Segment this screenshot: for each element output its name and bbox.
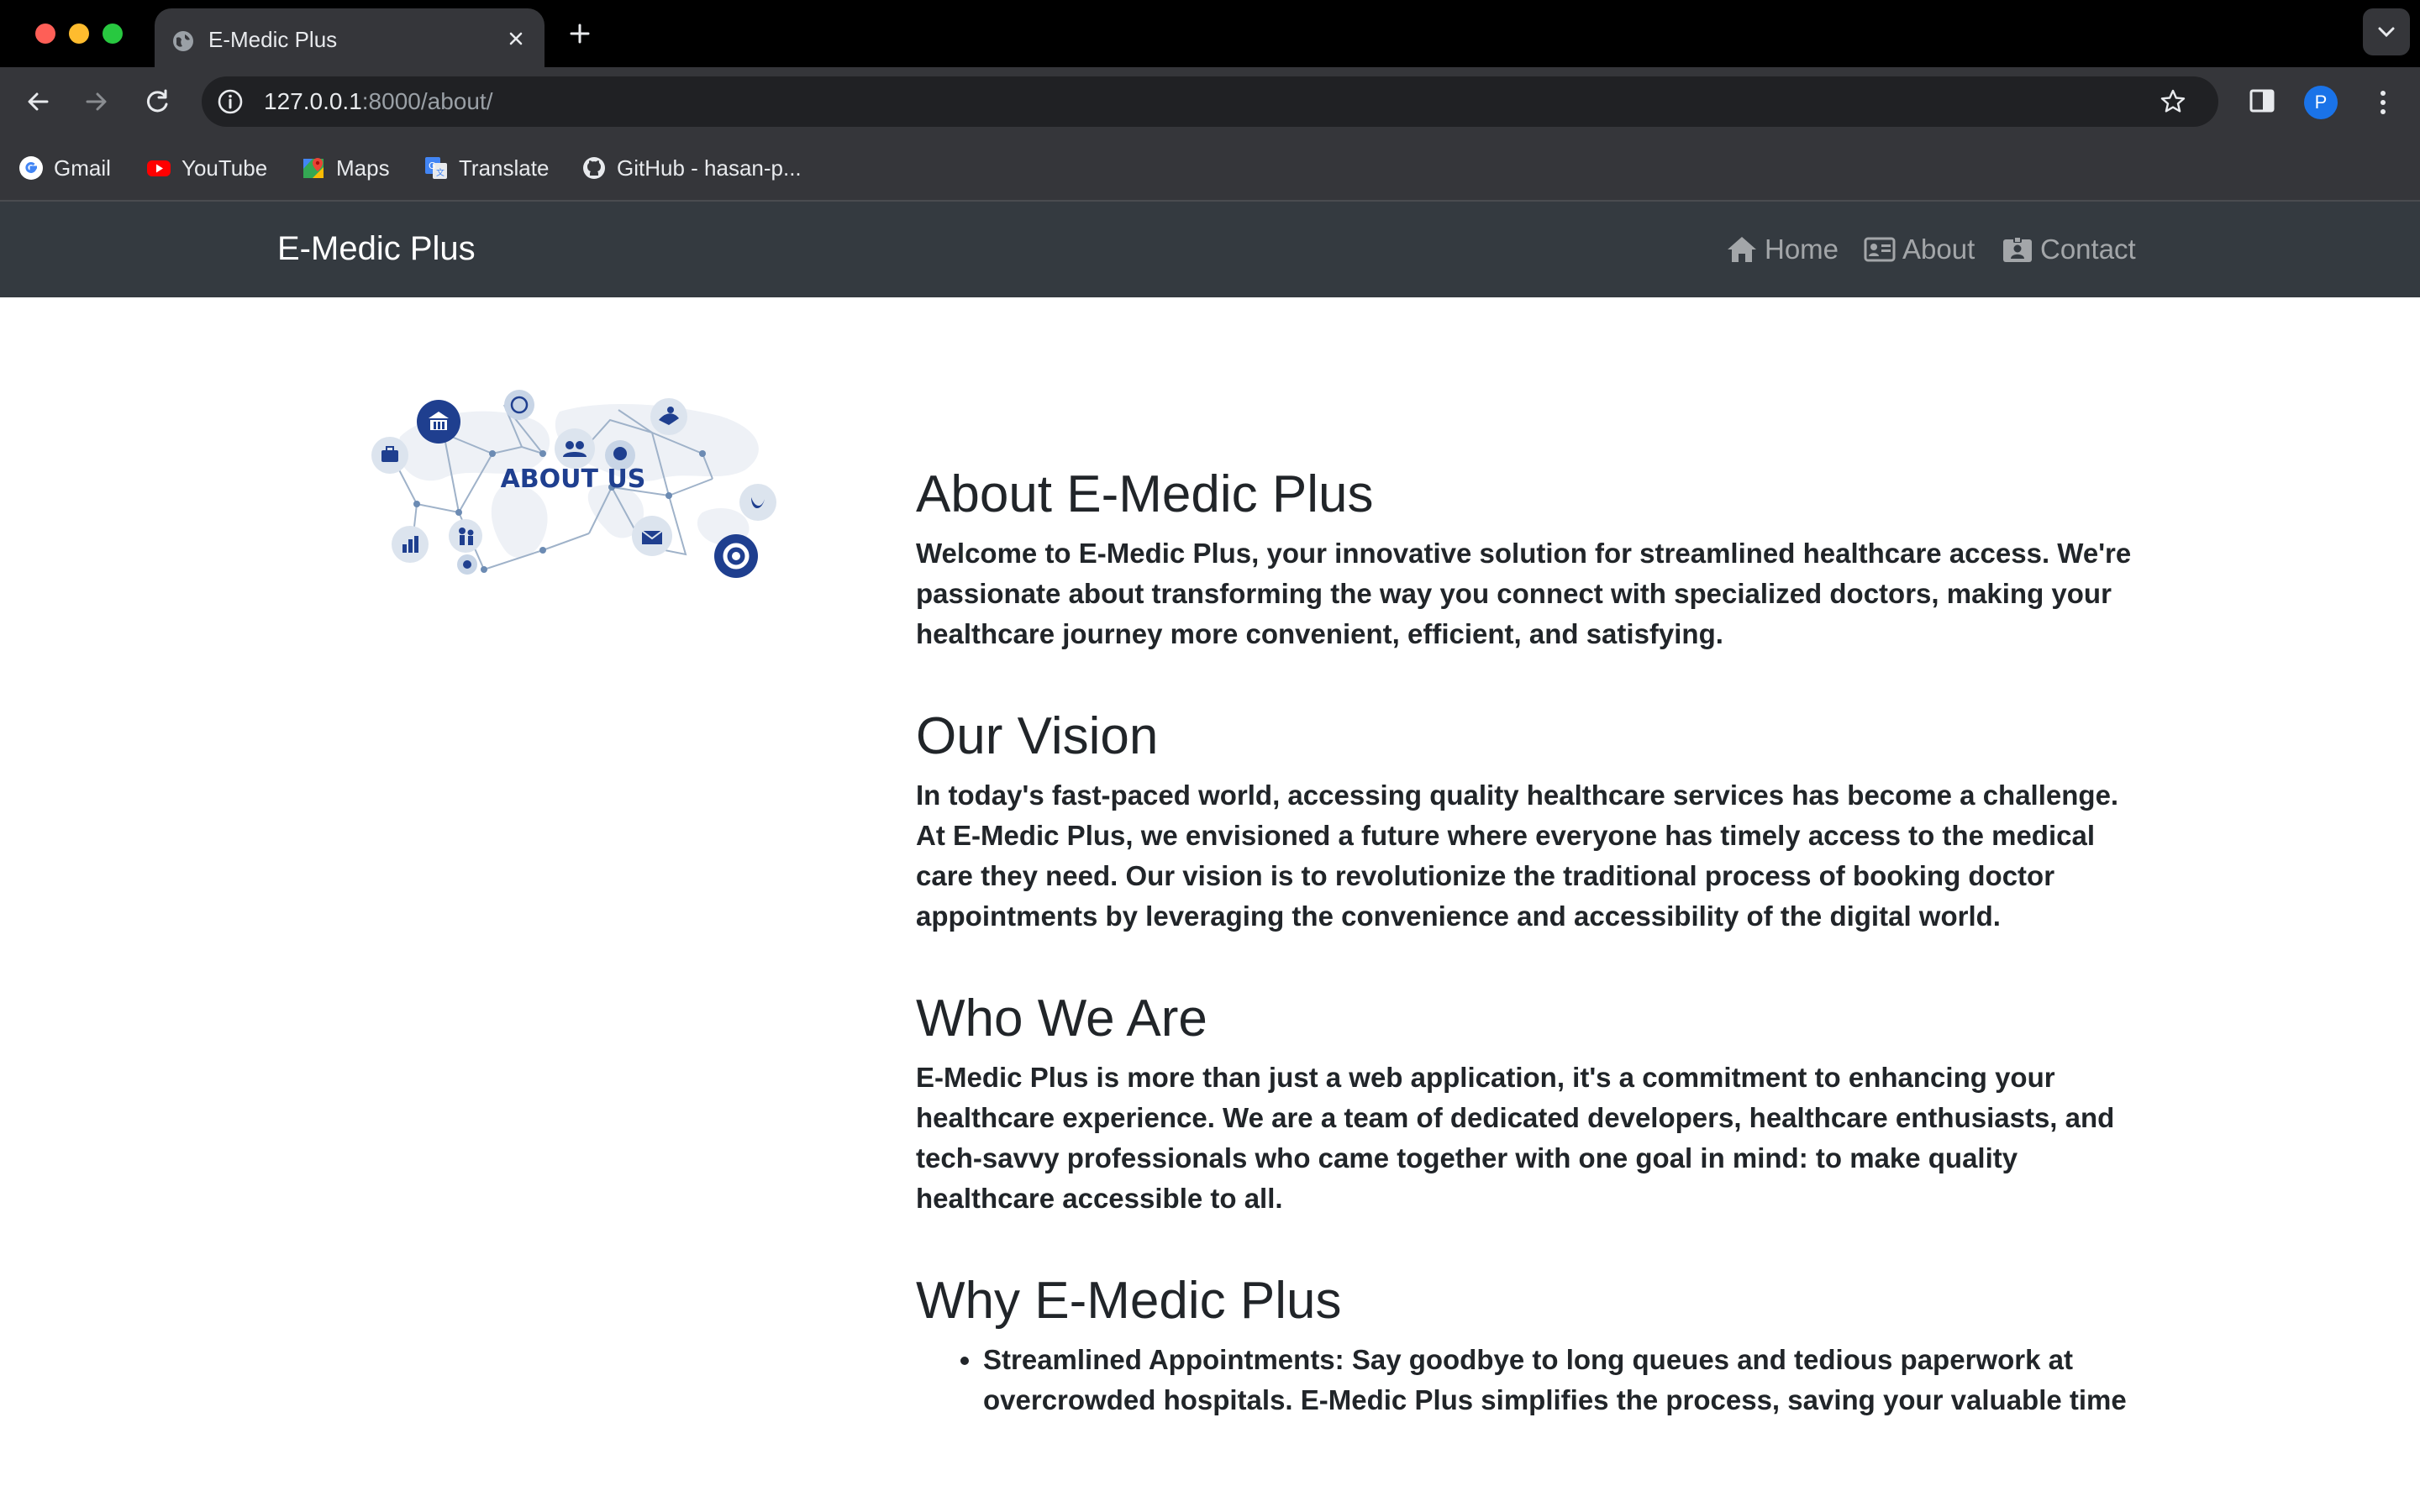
- bookmark-label: GitHub - hasan-p...: [617, 155, 802, 181]
- gmail-icon: [19, 156, 43, 180]
- profile-avatar[interactable]: P: [2304, 86, 2338, 119]
- svg-text:文: 文: [436, 167, 445, 178]
- section-body: E-Medic Plus is more than just a web app…: [916, 1062, 2115, 1214]
- about-us-label: ABOUT US: [501, 465, 646, 494]
- github-icon: [583, 157, 605, 179]
- site-info-icon[interactable]: [215, 87, 245, 117]
- maps-icon: [303, 158, 324, 178]
- list-item: Streamlined Appointments: Say goodbye to…: [983, 1340, 2151, 1420]
- minimize-window-button[interactable]: [69, 24, 89, 44]
- maximize-window-button[interactable]: [103, 24, 123, 44]
- browser-tab-active[interactable]: E-Medic Plus: [155, 8, 544, 67]
- more-menu-icon[interactable]: [2371, 86, 2395, 119]
- browser-tab-bar: E-Medic Plus: [0, 0, 2420, 67]
- nav-link-label: Contact: [2040, 234, 2136, 265]
- youtube-icon: [147, 160, 171, 176]
- section-why: Why E-Medic Plus Streamlined Appointment…: [916, 1264, 2151, 1420]
- benefit-title: Streamlined Appointments:: [983, 1344, 1344, 1375]
- nav-link-label: About: [1902, 234, 1975, 265]
- nav-link-about[interactable]: About: [1864, 234, 1975, 265]
- bookmarks-bar: Gmail YouTube Maps G 文 Translate GitHub …: [0, 136, 2420, 202]
- forward-arrow-icon[interactable]: [79, 84, 114, 119]
- site-navbar: E-Medic Plus Home About Contact: [0, 202, 2420, 297]
- tab-title: E-Medic Plus: [208, 27, 338, 52]
- close-window-button[interactable]: [35, 24, 55, 44]
- bookmark-maps[interactable]: Maps: [301, 153, 390, 183]
- svg-text:G: G: [429, 160, 436, 171]
- about-us-illustration: ABOUT US: [371, 390, 776, 578]
- section-heading: Who We Are: [916, 990, 1207, 1047]
- close-tab-icon[interactable]: [502, 25, 529, 52]
- bookmark-github[interactable]: GitHub - hasan-p...: [581, 153, 802, 183]
- about-content: About E-Medic Plus Welcome to E-Medic Pl…: [916, 458, 2151, 1420]
- new-tab-icon[interactable]: [565, 18, 595, 49]
- bookmark-youtube[interactable]: YouTube: [146, 153, 267, 183]
- brand-link[interactable]: E-Medic Plus: [277, 230, 476, 268]
- nav-link-contact[interactable]: Contact: [2002, 234, 2136, 265]
- benefit-list: Streamlined Appointments: Say goodbye to…: [983, 1340, 2151, 1420]
- contact-card-icon: [2003, 236, 2032, 262]
- nav-link-label: Home: [1765, 234, 1839, 265]
- back-arrow-icon[interactable]: [20, 84, 55, 119]
- section-who-we-are: Who We Are E-Medic Plus is more than jus…: [916, 982, 2151, 1219]
- section-heading: About E-Medic Plus: [916, 465, 1374, 523]
- section-heading: Why E-Medic Plus: [916, 1272, 1342, 1330]
- home-icon: [1728, 237, 1756, 262]
- id-card-icon: [1864, 237, 1896, 262]
- section-body: In today's fast-paced world, accessing q…: [916, 780, 2119, 932]
- nav-link-home[interactable]: Home: [1726, 234, 1839, 265]
- url-text: 127.0.0.1:8000/about/: [264, 88, 492, 115]
- browser-toolbar: 127.0.0.1:8000/about/ P: [0, 67, 2420, 136]
- bookmark-label: Translate: [459, 155, 550, 181]
- side-panel-icon[interactable]: [2245, 84, 2279, 118]
- section-vision: Our Vision In today's fast-paced world, …: [916, 700, 2151, 937]
- bookmark-label: Gmail: [54, 155, 111, 181]
- address-bar[interactable]: 127.0.0.1:8000/about/: [202, 76, 2218, 127]
- url-host: 127.0.0.1: [264, 88, 362, 114]
- url-path: :8000/about/: [361, 88, 493, 114]
- bookmark-gmail[interactable]: Gmail: [18, 153, 111, 183]
- bookmark-star-icon[interactable]: [2158, 87, 2188, 117]
- bookmark-label: Maps: [336, 155, 390, 181]
- section-heading: Our Vision: [916, 707, 1159, 765]
- tab-search-button[interactable]: [2363, 8, 2410, 55]
- chevron-down-icon: [2378, 27, 2395, 38]
- section-about: About E-Medic Plus Welcome to E-Medic Pl…: [916, 458, 2151, 654]
- translate-icon: G 文: [425, 157, 447, 179]
- bookmark-label: YouTube: [182, 155, 268, 181]
- bookmark-translate[interactable]: G 文 Translate: [424, 153, 549, 183]
- globe-icon: [173, 31, 193, 51]
- section-body: Welcome to E-Medic Plus, your innovative…: [916, 538, 2132, 649]
- reload-icon[interactable]: [139, 84, 175, 119]
